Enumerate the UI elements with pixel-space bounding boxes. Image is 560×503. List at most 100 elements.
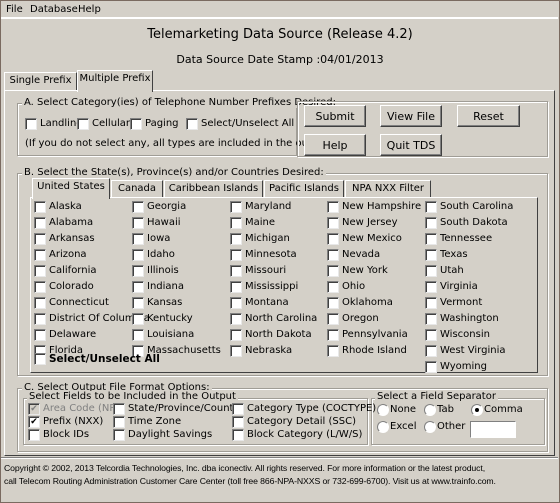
state-utah-checkbox[interactable] (425, 265, 437, 277)
field-6-checkbox[interactable] (232, 403, 244, 415)
field-8-checkbox[interactable] (232, 429, 244, 441)
region-tab[interactable]: United States (32, 178, 110, 199)
select-all-states-label: Select/Unselect All (49, 353, 160, 365)
date-stamp: Data Source Date Stamp :04/01/2013 (176, 53, 384, 66)
state-west-virginia-checkbox[interactable] (425, 345, 437, 357)
state-california-checkbox[interactable] (34, 265, 46, 277)
state-ohio-checkbox[interactable] (327, 281, 339, 293)
category-option-checkbox[interactable] (77, 118, 89, 130)
state-nevada-checkbox[interactable] (327, 249, 339, 261)
footer: Copyright © 2002, 2013 Telcordia Technol… (4, 462, 556, 488)
state-new-hampshire-checkbox[interactable] (327, 201, 339, 213)
state-texas-checkbox[interactable] (425, 249, 437, 261)
region-tab[interactable]: Canada (111, 180, 163, 198)
state-north-carolina-checkbox[interactable] (230, 313, 242, 325)
field-0-checkbox[interactable]: ✔ (28, 403, 40, 415)
state-new-jersey-label: New Jersey (342, 217, 398, 228)
state-maryland-checkbox[interactable] (230, 201, 242, 213)
reset-button[interactable]: Reset (457, 105, 520, 127)
state-vermont-checkbox[interactable] (425, 297, 437, 309)
category-note: (If you do not select any, all types are… (25, 138, 336, 149)
region-tab[interactable]: Caribbean Islands (164, 180, 263, 198)
state-washington-checkbox[interactable] (425, 313, 437, 325)
state-alabama-checkbox[interactable] (34, 217, 46, 229)
menu-database[interactable]: Database (30, 4, 78, 15)
state-idaho-checkbox[interactable] (132, 249, 144, 261)
tab-single-prefix[interactable]: Single Prefix (4, 72, 77, 90)
state-wisconsin-label: Wisconsin (440, 329, 490, 340)
menu-file[interactable]: File (6, 4, 23, 15)
submit-button[interactable]: Submit (304, 105, 366, 127)
state-district-of-columbia-checkbox[interactable] (34, 313, 46, 325)
category-option-checkbox[interactable] (186, 118, 198, 130)
state-kentucky-checkbox[interactable] (132, 313, 144, 325)
state-arkansas-checkbox[interactable] (34, 233, 46, 245)
state-south-carolina-checkbox[interactable] (425, 201, 437, 213)
category-option-checkbox[interactable] (130, 118, 142, 130)
state-wisconsin-checkbox[interactable] (425, 329, 437, 341)
state-missouri-checkbox[interactable] (230, 265, 242, 277)
state-pennsylvania-checkbox[interactable] (327, 329, 339, 341)
state-oregon-checkbox[interactable] (327, 313, 339, 325)
state-maine-checkbox[interactable] (230, 217, 242, 229)
separator-radio[interactable] (377, 421, 389, 433)
state-connecticut-checkbox[interactable] (34, 297, 46, 309)
field-1-checkbox[interactable]: ✔ (28, 416, 40, 428)
state-hawaii-checkbox[interactable] (132, 217, 144, 229)
state-hawaii-label: Hawaii (147, 217, 181, 228)
state-wyoming-checkbox[interactable] (425, 361, 437, 373)
state-tennessee-checkbox[interactable] (425, 233, 437, 245)
separator-radio[interactable] (377, 404, 389, 416)
quit-tds-button[interactable]: Quit TDS (380, 134, 442, 156)
field-8-label: Block Category (L/W/S) (247, 429, 363, 440)
tab-multiple-prefix[interactable]: Multiple Prefix (77, 70, 153, 92)
region-tab[interactable]: Pacific Islands (264, 180, 344, 198)
state-south-dakota-checkbox[interactable] (425, 217, 437, 229)
state-new-jersey-checkbox[interactable] (327, 217, 339, 229)
category-legend: A. Select Category(ies) of Telephone Num… (22, 97, 338, 108)
state-michigan-checkbox[interactable] (230, 233, 242, 245)
field-3-checkbox[interactable] (113, 403, 125, 415)
select-all-states-checkbox[interactable] (34, 353, 46, 365)
state-kansas-checkbox[interactable] (132, 297, 144, 309)
state-louisiana-checkbox[interactable] (132, 329, 144, 341)
separator-radio[interactable] (424, 421, 436, 433)
state-indiana-checkbox[interactable] (132, 281, 144, 293)
state-iowa-checkbox[interactable] (132, 233, 144, 245)
state-mississippi-checkbox[interactable] (230, 281, 242, 293)
field-2-checkbox[interactable] (28, 429, 40, 441)
state-colorado-checkbox[interactable] (34, 281, 46, 293)
state-oklahoma-checkbox[interactable] (327, 297, 339, 309)
state-arizona-label: Arizona (49, 249, 87, 260)
field-5-checkbox[interactable] (113, 429, 125, 441)
state-nebraska-checkbox[interactable] (230, 345, 242, 357)
separator-radio[interactable] (471, 404, 483, 416)
menu-bar: File Database Help (1, 1, 558, 19)
state-oklahoma-label: Oklahoma (342, 297, 393, 308)
category-option-checkbox[interactable] (25, 118, 37, 130)
state-new-york-checkbox[interactable] (327, 265, 339, 277)
state-minnesota-checkbox[interactable] (230, 249, 242, 261)
state-north-dakota-checkbox[interactable] (230, 329, 242, 341)
help-button[interactable]: Help (304, 134, 366, 156)
state-georgia-checkbox[interactable] (132, 201, 144, 213)
state-illinois-label: Illinois (147, 265, 179, 276)
field-7-checkbox[interactable] (232, 416, 244, 428)
state-montana-checkbox[interactable] (230, 297, 242, 309)
field-4-checkbox[interactable] (113, 416, 125, 428)
category-option-label: Select/Unselect All (201, 118, 295, 129)
region-tab[interactable]: NPA NXX Filter (345, 180, 431, 198)
state-virginia-checkbox[interactable] (425, 281, 437, 293)
other-separator-input[interactable] (470, 421, 516, 438)
state-arizona-checkbox[interactable] (34, 249, 46, 261)
menu-help[interactable]: Help (78, 4, 101, 15)
separator-radio[interactable] (424, 404, 436, 416)
state-illinois-checkbox[interactable] (132, 265, 144, 277)
state-rhode-island-checkbox[interactable] (327, 345, 339, 357)
state-new-mexico-checkbox[interactable] (327, 233, 339, 245)
view-file-button[interactable]: View File (380, 105, 442, 127)
state-minnesota-label: Minnesota (245, 249, 297, 260)
state-delaware-checkbox[interactable] (34, 329, 46, 341)
state-south-dakota-label: South Dakota (440, 217, 508, 228)
state-alaska-checkbox[interactable] (34, 201, 46, 213)
